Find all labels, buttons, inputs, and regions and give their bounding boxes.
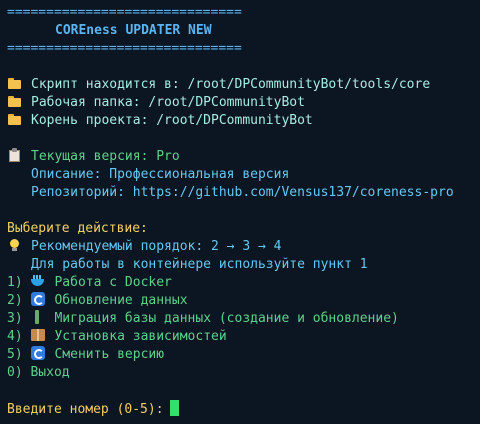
script-path-text: Скрипт находится в: /root/DPCommunityBot… [31,77,431,92]
current-version-text: Текущая версия: Pro [31,149,180,164]
recommended-order-text: Рекомендуемый порядок: 2 → 3 → 4 [31,239,282,254]
version-description: Описание: Профессиональная версия [31,167,290,182]
workdir-text: Рабочая папка: /root/DPCommunityBot [31,95,305,110]
terminal-window: ============================== COREness … [0,0,480,424]
menu-item-label: Сменить версию [54,347,165,362]
workdir-line: Рабочая папка: /root/DPCommunityBot [7,94,305,112]
docker-whale-icon [30,274,46,288]
menu-item-number: 0) [7,365,23,380]
folder-icon [7,94,23,108]
folder-icon [7,76,23,90]
action-prompt: Выберите действие: [7,221,148,236]
repository-line: Репозиторий: https://github.com/Vensus13… [31,185,454,200]
separator-bottom: ============================== [7,41,242,56]
updater-title: COREness UPDATER NEW [55,23,212,38]
project-root-text: Корень проекта: /root/DPCommunityBot [31,113,313,128]
input-prompt: Введите номер (0-5): [7,402,164,417]
text-cursor [169,400,179,416]
current-version-line: Текущая версия: Pro [7,148,180,166]
menu-item-label: Установка зависимостей [54,329,227,344]
menu-item-number: 2) [7,293,23,308]
sync-icon [30,292,46,306]
menu-item-number: 5) [7,347,23,362]
lightbulb-icon [7,238,23,252]
menu-item-update-data[interactable]: 2) Обновление данных [7,292,188,310]
menu-item-label: Миграция базы данных (создание и обновле… [54,311,399,326]
container-hint: Для работы в контейнере используйте пунк… [31,257,368,272]
database-icon [30,310,46,324]
menu-item-label: Работа с Docker [54,275,172,290]
menu-item-label: Выход [30,365,70,380]
menu-item-docker[interactable]: 1) Работа с Docker [7,274,172,292]
menu-item-number: 3) [7,311,23,326]
package-icon [30,328,46,342]
project-root-line: Корень проекта: /root/DPCommunityBot [7,112,313,130]
separator-top: ============================== [7,5,242,20]
clipboard-icon [7,148,23,162]
recommended-order-line: Рекомендуемый порядок: 2 → 3 → 4 [7,238,281,256]
menu-item-label: Обновление данных [54,293,188,308]
number-input-line[interactable]: Введите номер (0-5): [7,400,179,418]
menu-item-exit[interactable]: 0) Выход [7,364,70,382]
menu-item-number: 1) [7,275,23,290]
menu-item-install-deps[interactable]: 4) Установка зависимостей [7,328,227,346]
menu-item-change-version[interactable]: 5) Сменить версию [7,346,164,364]
folder-icon [7,112,23,126]
sync-icon [30,346,46,360]
script-path-line: Скрипт находится в: /root/DPCommunityBot… [7,76,430,94]
menu-item-number: 4) [7,329,23,344]
menu-item-db-migration[interactable]: 3) Миграция базы данных (создание и обно… [7,310,399,328]
